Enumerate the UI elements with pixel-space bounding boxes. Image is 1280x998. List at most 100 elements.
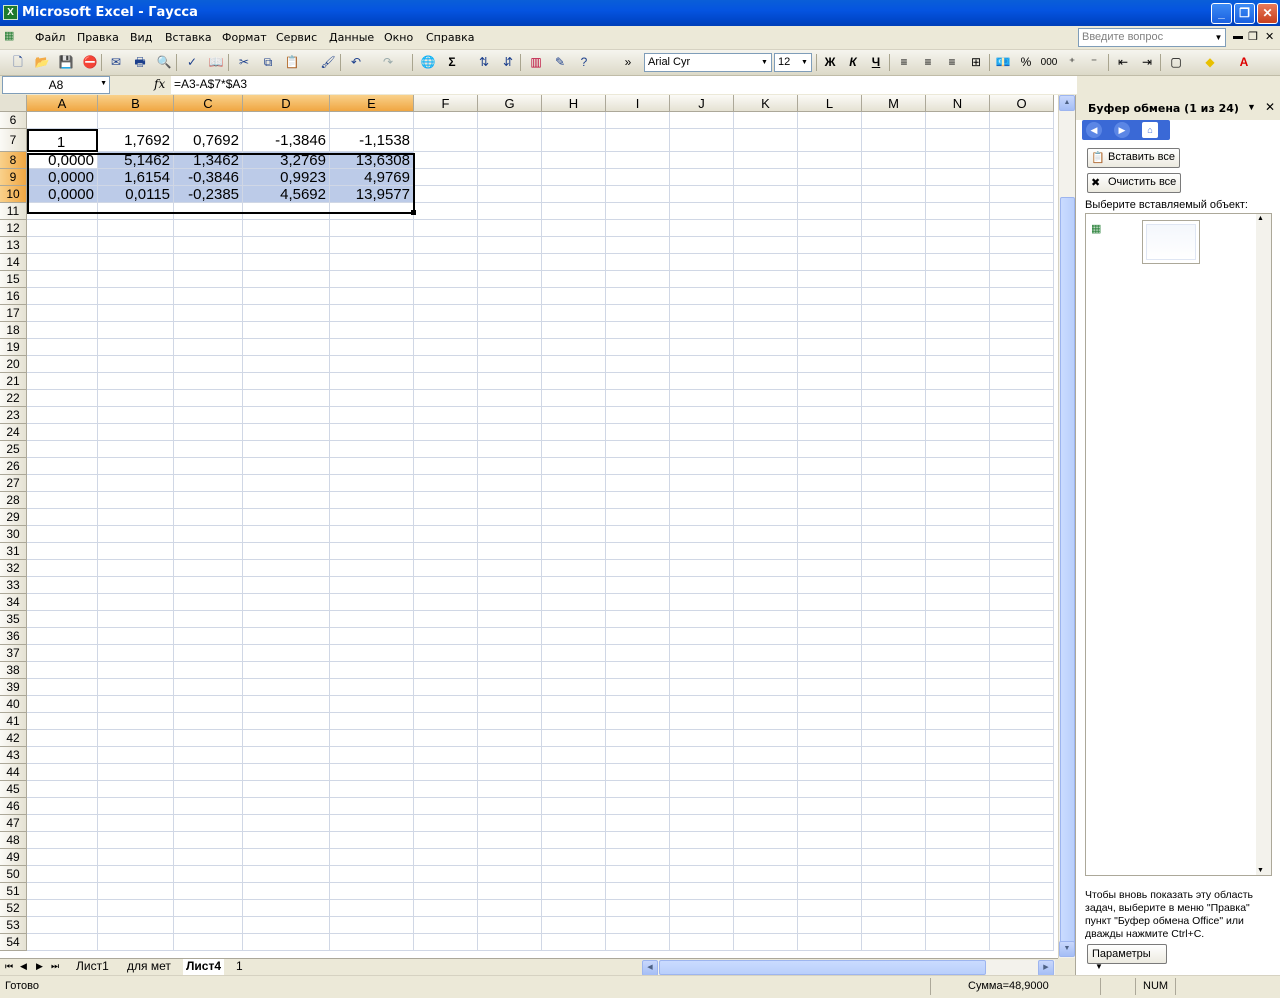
cell-b46[interactable] [98,798,174,815]
cell-o47[interactable] [990,815,1054,832]
cell-e23[interactable] [330,407,414,424]
cell-f11[interactable] [414,203,478,220]
cell-m29[interactable] [862,509,926,526]
cell-m34[interactable] [862,594,926,611]
cell-o19[interactable] [990,339,1054,356]
cell-l30[interactable] [798,526,862,543]
cell-o25[interactable] [990,441,1054,458]
cell-h42[interactable] [542,730,606,747]
font-name-select[interactable]: Arial Cyr ▼ [644,53,772,72]
cell-m7[interactable] [862,129,926,152]
cell-l53[interactable] [798,917,862,934]
cell-k33[interactable] [734,577,798,594]
cell-n33[interactable] [926,577,990,594]
row-header[interactable]: 11 [0,203,27,220]
cell-e26[interactable] [330,458,414,475]
cell-o50[interactable] [990,866,1054,883]
row-header[interactable]: 9 [0,169,27,186]
cell-f36[interactable] [414,628,478,645]
cell-f16[interactable] [414,288,478,305]
sheet-tab-dlya-met[interactable]: для мет [124,959,174,975]
column-header-k[interactable]: K [734,95,798,112]
cell-h17[interactable] [542,305,606,322]
cell-i23[interactable] [606,407,670,424]
cell-o49[interactable] [990,849,1054,866]
cell-f19[interactable] [414,339,478,356]
cell-n37[interactable] [926,645,990,662]
cell-j29[interactable] [670,509,734,526]
cell-k54[interactable] [734,934,798,951]
cell-h18[interactable] [542,322,606,339]
cell-e32[interactable] [330,560,414,577]
cell-l6[interactable] [798,112,862,129]
cell-a23[interactable] [27,407,98,424]
cell-b35[interactable] [98,611,174,628]
cell-h12[interactable] [542,220,606,237]
cell-n12[interactable] [926,220,990,237]
cell-h44[interactable] [542,764,606,781]
row-header[interactable]: 22 [0,390,27,407]
cell-c45[interactable] [174,781,243,798]
cell-l54[interactable] [798,934,862,951]
cell-e47[interactable] [330,815,414,832]
cell-c25[interactable] [174,441,243,458]
row-header[interactable]: 8 [0,152,27,169]
cell-e34[interactable] [330,594,414,611]
cell-j53[interactable] [670,917,734,934]
row-header[interactable]: 20 [0,356,27,373]
cell-c50[interactable] [174,866,243,883]
cell-n40[interactable] [926,696,990,713]
row-header[interactable]: 14 [0,254,27,271]
cell-o22[interactable] [990,390,1054,407]
cell-l19[interactable] [798,339,862,356]
cell-a10[interactable]: 0,0000 [27,186,98,203]
cell-n18[interactable] [926,322,990,339]
row-header[interactable]: 41 [0,713,27,730]
cell-m38[interactable] [862,662,926,679]
cell-j25[interactable] [670,441,734,458]
row-header[interactable]: 12 [0,220,27,237]
cell-b36[interactable] [98,628,174,645]
column-header-o[interactable]: O [990,95,1054,112]
row-header[interactable]: 10 [0,186,27,203]
cell-c18[interactable] [174,322,243,339]
cell-b6[interactable] [98,112,174,129]
research-icon[interactable]: 📖 [206,53,226,72]
cell-n44[interactable] [926,764,990,781]
cell-g47[interactable] [478,815,542,832]
cell-d21[interactable] [243,373,330,390]
cell-a54[interactable] [27,934,98,951]
cell-a39[interactable] [27,679,98,696]
row-header[interactable]: 53 [0,917,27,934]
cell-g38[interactable] [478,662,542,679]
cell-n32[interactable] [926,560,990,577]
clear-all-button[interactable]: ✖ Очистить все [1087,173,1182,193]
cell-e29[interactable] [330,509,414,526]
cell-m10[interactable] [862,186,926,203]
cell-i30[interactable] [606,526,670,543]
cell-e38[interactable] [330,662,414,679]
cell-e13[interactable] [330,237,414,254]
cell-c32[interactable] [174,560,243,577]
cell-o26[interactable] [990,458,1054,475]
cell-i52[interactable] [606,900,670,917]
cell-k20[interactable] [734,356,798,373]
cell-c29[interactable] [174,509,243,526]
cell-d43[interactable] [243,747,330,764]
cell-n6[interactable] [926,112,990,129]
cell-m53[interactable] [862,917,926,934]
cell-m14[interactable] [862,254,926,271]
cell-c24[interactable] [174,424,243,441]
cell-i27[interactable] [606,475,670,492]
cell-o18[interactable] [990,322,1054,339]
cell-k34[interactable] [734,594,798,611]
cell-o16[interactable] [990,288,1054,305]
column-header-l[interactable]: L [798,95,862,112]
cell-a33[interactable] [27,577,98,594]
cell-o23[interactable] [990,407,1054,424]
cell-c35[interactable] [174,611,243,628]
cell-o41[interactable] [990,713,1054,730]
cell-j16[interactable] [670,288,734,305]
toolbar-options-icon[interactable]: » [622,53,634,72]
cell-l29[interactable] [798,509,862,526]
